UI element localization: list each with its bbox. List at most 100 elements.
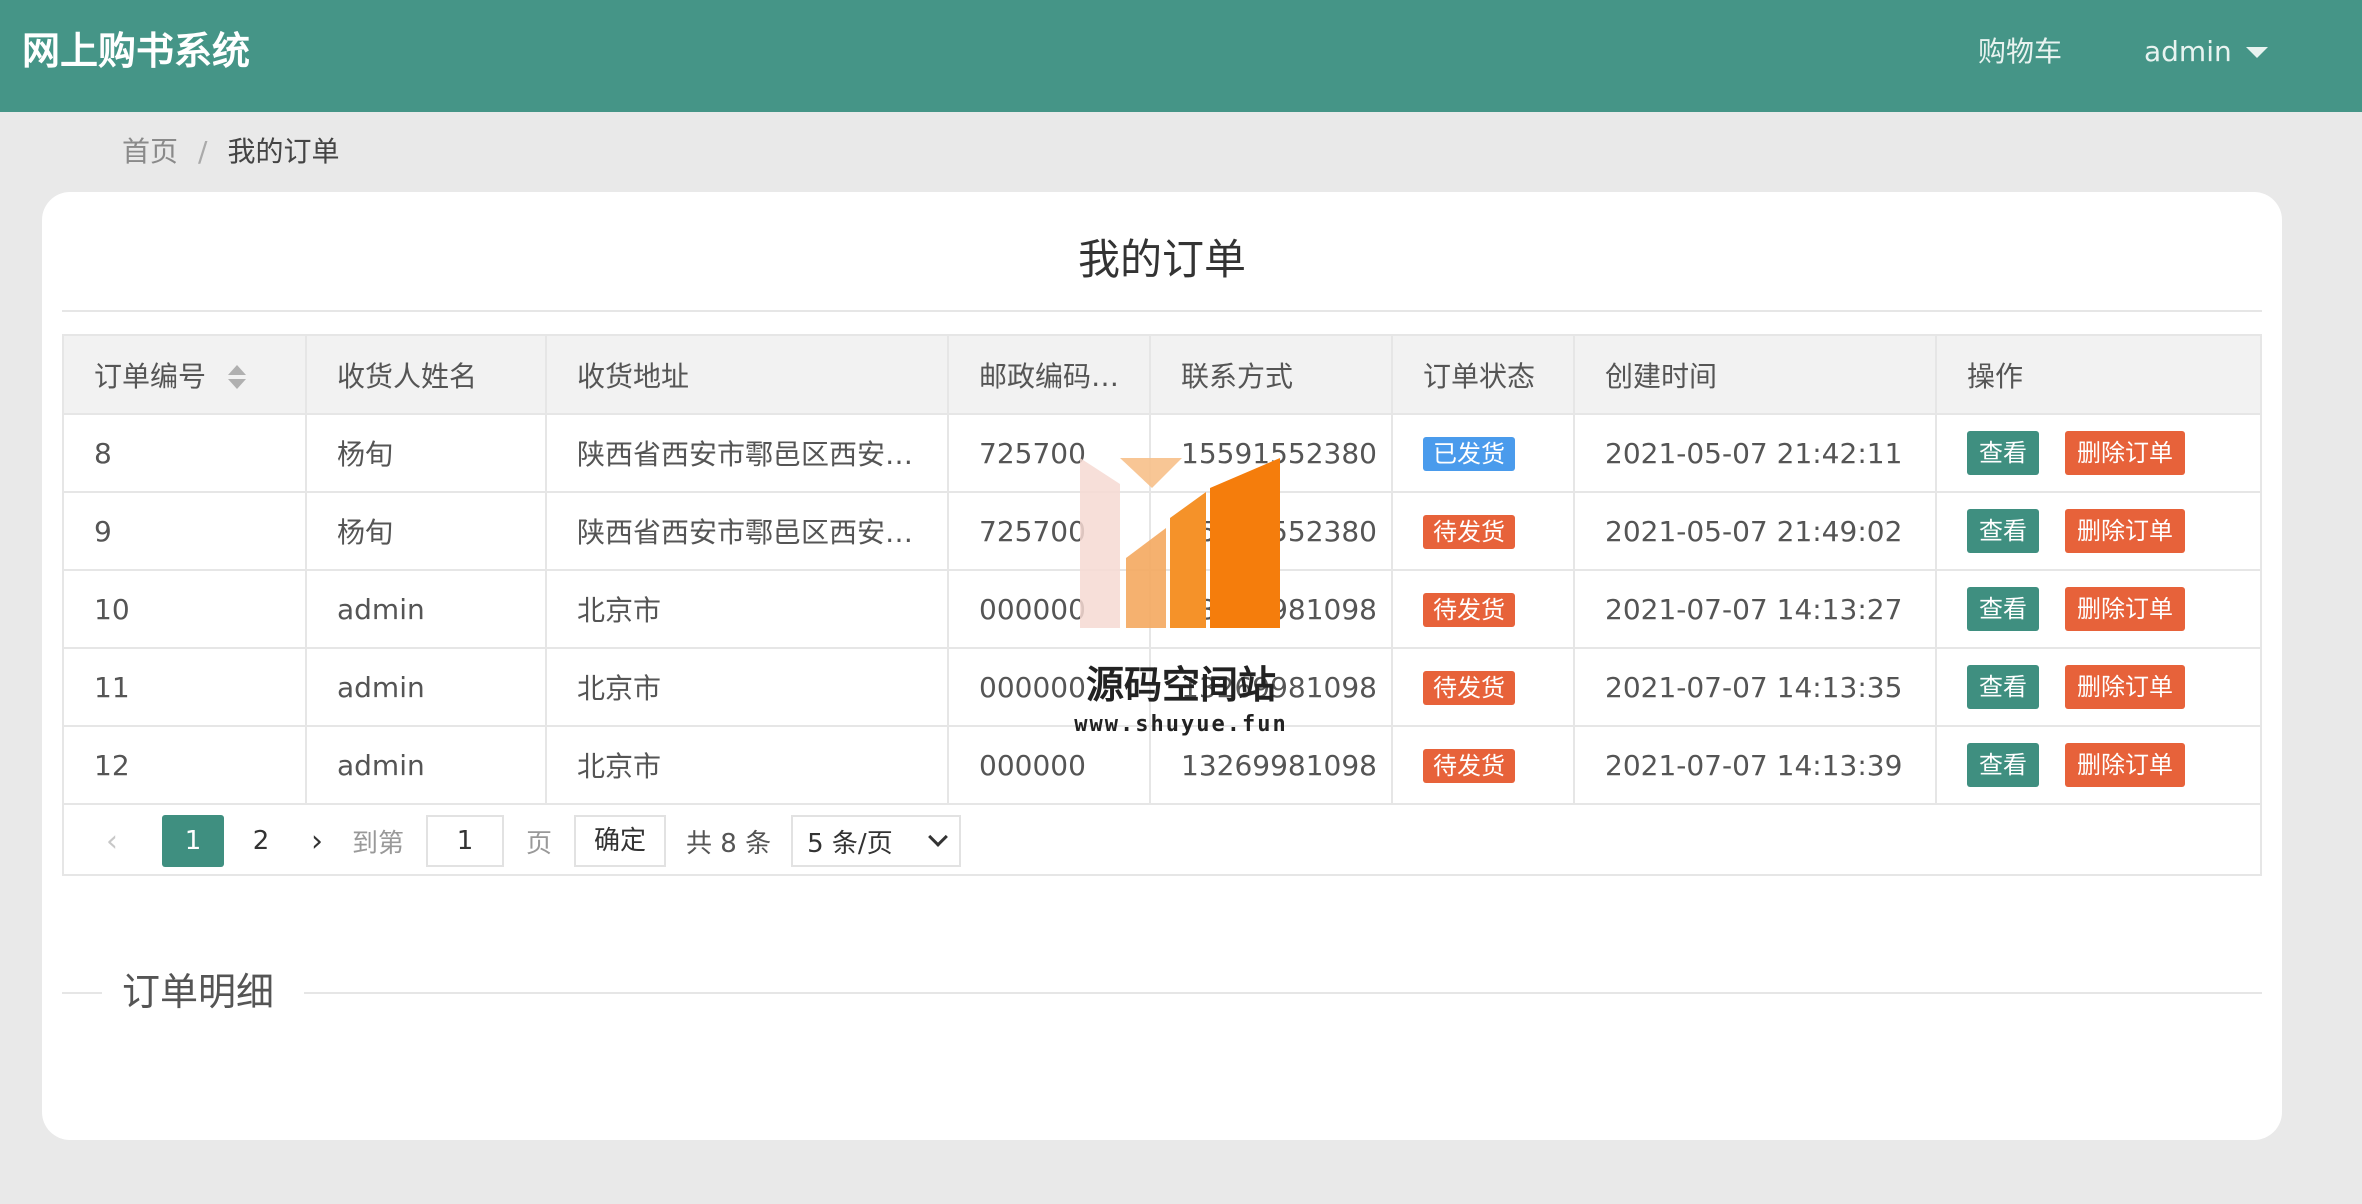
column-header-order-id[interactable]: 订单编号 [64, 336, 307, 415]
breadcrumb-separator: / [198, 135, 208, 168]
cell-zip: 000000 [948, 648, 1151, 727]
goto-confirm-button[interactable]: 确定 [574, 815, 667, 867]
cell-actions: 查看 删除订单 [1936, 492, 2260, 571]
view-order-button[interactable]: 查看 [1967, 743, 2039, 787]
goto-label: 到第 [352, 828, 405, 859]
total-count: 共 8 条 [686, 828, 772, 859]
delete-order-button[interactable]: 删除订单 [2065, 509, 2185, 553]
cell-phone: 15591552380 [1150, 492, 1393, 571]
table-header-row: 订单编号 收货人姓名 收货地址 邮政编码… 联系方式 订单状态 创建时间 操作 [64, 336, 2260, 415]
chevron-left-icon[interactable]: ‹ [92, 824, 132, 859]
cell-zip: 725700 [948, 414, 1151, 493]
cell-address: 北京市 [546, 726, 949, 805]
cell-name: admin [306, 570, 547, 649]
cell-order-id: 9 [64, 492, 307, 571]
cell-address: 陕西省西安市鄠邑区西安… [546, 414, 949, 493]
cell-address: 北京市 [546, 570, 949, 649]
status-badge: 待发货 [1423, 514, 1515, 549]
cell-name: admin [306, 726, 547, 805]
cell-status: 已发货 [1392, 414, 1575, 493]
cell-created: 2021-07-07 14:13:39 [1574, 726, 1937, 805]
page-button-2[interactable]: 2 [236, 826, 286, 856]
title-divider [62, 310, 2262, 312]
detail-divider-right [304, 992, 2262, 994]
table-row: 8 杨旬 陕西省西安市鄠邑区西安… 725700 15591552380 已发货 2021-… [64, 414, 2260, 493]
cell-name: 杨旬 [306, 414, 547, 493]
detail-divider-left [62, 992, 102, 994]
goto-page-input[interactable] [426, 815, 505, 867]
cell-status: 待发货 [1392, 570, 1575, 649]
cell-created: 2021-05-07 21:49:02 [1574, 492, 1937, 571]
cell-created: 2021-07-07 14:13:35 [1574, 648, 1937, 727]
cell-order-id: 8 [64, 414, 307, 493]
delete-order-button[interactable]: 删除订单 [2065, 431, 2185, 475]
view-order-button[interactable]: 查看 [1967, 587, 2039, 631]
table-row: 11 admin 北京市 000000 13269981098 待发货 2021-07-07… [64, 648, 2260, 727]
sort-icon[interactable] [228, 364, 247, 391]
view-order-button[interactable]: 查看 [1967, 509, 2039, 553]
status-badge: 待发货 [1423, 592, 1515, 627]
status-badge: 待发货 [1423, 670, 1515, 705]
cell-actions: 查看 删除订单 [1936, 648, 2260, 727]
cell-phone: 13269981098 [1150, 726, 1393, 805]
cell-phone: 15591552380 [1150, 414, 1393, 493]
delete-order-button[interactable]: 删除订单 [2065, 743, 2185, 787]
cell-actions: 查看 删除订单 [1936, 414, 2260, 493]
page-button-1[interactable]: 1 [162, 815, 224, 867]
cell-address: 陕西省西安市鄠邑区西安… [546, 492, 949, 571]
table-row: 9 杨旬 陕西省西安市鄠邑区西安… 725700 15591552380 待发货 2021-… [64, 492, 2260, 571]
column-header-name: 收货人姓名 [306, 336, 547, 415]
cell-actions: 查看 删除订单 [1936, 726, 2260, 805]
page-unit-label: 页 [526, 828, 553, 859]
chevron-right-icon[interactable]: › [292, 824, 342, 859]
breadcrumb-home[interactable]: 首页 [122, 130, 178, 174]
view-order-button[interactable]: 查看 [1967, 431, 2039, 475]
cell-zip: 000000 [948, 570, 1151, 649]
orders-card: 我的订单 订单编号 收货人姓名 收货地址 邮政编码… 联系方式 订单状态 创建时… [42, 192, 2282, 1140]
table-row: 12 admin 北京市 000000 13269981098 待发货 2021-07-07… [64, 726, 2260, 805]
cell-order-id: 10 [64, 570, 307, 649]
orders-table: 订单编号 收货人姓名 收货地址 邮政编码… 联系方式 订单状态 创建时间 操作 … [64, 336, 2260, 805]
caret-down-icon [2245, 46, 2268, 58]
cell-name: admin [306, 648, 547, 727]
chevron-down-icon [928, 827, 949, 847]
table-row: 10 admin 北京市 000000 13269981098 待发货 2021-07-07… [64, 570, 2260, 649]
nav-user-label: admin [2144, 35, 2232, 68]
breadcrumb: 首页 / 我的订单 [122, 130, 339, 174]
view-order-button[interactable]: 查看 [1967, 665, 2039, 709]
column-header-address: 收货地址 [546, 336, 949, 415]
pagination: ‹ 1 2 › 到第 页 确定 共 8 条 5 条/页 [64, 806, 2260, 876]
top-navbar: 网上购书系统 购物车 admin [0, 0, 2362, 112]
cell-phone: 13269981098 [1150, 648, 1393, 727]
cell-order-id: 12 [64, 726, 307, 805]
page-size-select[interactable]: 5 条/页 [791, 815, 962, 867]
cell-created: 2021-07-07 14:13:27 [1574, 570, 1937, 649]
column-header-zip: 邮政编码… [948, 336, 1151, 415]
cell-address: 北京市 [546, 648, 949, 727]
page-title: 我的订单 [1077, 235, 1246, 284]
delete-order-button[interactable]: 删除订单 [2065, 665, 2185, 709]
cell-zip: 000000 [948, 726, 1151, 805]
nav-user-menu[interactable]: admin [2144, 30, 2268, 74]
cell-status: 待发货 [1392, 726, 1575, 805]
orders-table-container: 订单编号 收货人姓名 收货地址 邮政编码… 联系方式 订单状态 创建时间 操作 … [62, 334, 2262, 876]
nav-cart-link[interactable]: 购物车 [1978, 30, 2062, 74]
cell-status: 待发货 [1392, 648, 1575, 727]
breadcrumb-current: 我的订单 [227, 135, 340, 168]
cell-name: 杨旬 [306, 492, 547, 571]
column-header-phone: 联系方式 [1150, 336, 1393, 415]
delete-order-button[interactable]: 删除订单 [2065, 587, 2185, 631]
page-size-value: 5 条/页 [807, 828, 893, 859]
cell-phone: 13269981098 [1150, 570, 1393, 649]
cell-zip: 725700 [948, 492, 1151, 571]
order-detail-title: 订单明细 [122, 970, 275, 1014]
cell-created: 2021-05-07 21:42:11 [1574, 414, 1937, 493]
cell-status: 待发货 [1392, 492, 1575, 571]
column-header-status: 订单状态 [1392, 336, 1575, 415]
status-badge: 待发货 [1423, 748, 1515, 783]
status-badge: 已发货 [1423, 436, 1515, 471]
cell-order-id: 11 [64, 648, 307, 727]
column-header-created: 创建时间 [1574, 336, 1937, 415]
brand-title[interactable]: 网上购书系统 [22, 26, 250, 76]
cell-actions: 查看 删除订单 [1936, 570, 2260, 649]
